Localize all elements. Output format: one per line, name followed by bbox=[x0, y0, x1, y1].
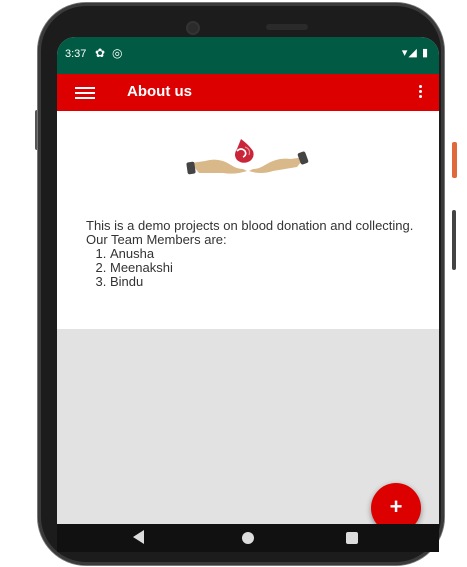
signal-battery-icons: ▾◢ ▮ bbox=[401, 47, 429, 59]
about-intro: This is a demo projects on blood donatio… bbox=[86, 218, 414, 247]
phone-screen: 3:37 ✿ ◎ ▾◢ ▮ About us This is a demo pr… bbox=[57, 37, 439, 524]
home-circle-icon[interactable] bbox=[242, 532, 254, 544]
system-nav-bar bbox=[57, 524, 439, 552]
status-time: 3:37 bbox=[65, 48, 87, 60]
blood-donation-hands-icon bbox=[186, 139, 309, 175]
hamburger-menu-icon[interactable] bbox=[75, 84, 95, 100]
status-bar: 3:37 ✿ ◎ ▾◢ ▮ bbox=[57, 37, 439, 74]
team-member: Bindu bbox=[110, 275, 416, 289]
gear-icon: ✿ bbox=[95, 46, 106, 60]
sync-icon: ◎ bbox=[112, 46, 123, 60]
more-vertical-icon[interactable] bbox=[415, 83, 425, 103]
about-content: This is a demo projects on blood donatio… bbox=[57, 111, 439, 329]
side-button bbox=[452, 210, 456, 270]
about-text: This is a demo projects on blood donatio… bbox=[86, 219, 416, 289]
recent-apps-square-icon[interactable] bbox=[346, 532, 358, 544]
back-triangle-icon[interactable] bbox=[133, 530, 144, 544]
page-title: About us bbox=[127, 83, 192, 100]
app-bar: About us bbox=[57, 74, 439, 111]
team-member: Anusha bbox=[110, 247, 416, 261]
add-fab-button[interactable]: + bbox=[371, 483, 421, 524]
earpiece-speaker bbox=[266, 24, 308, 30]
team-member-list: Anusha Meenakshi Bindu bbox=[86, 247, 416, 289]
team-member: Meenakshi bbox=[110, 261, 416, 275]
power-button bbox=[452, 142, 457, 178]
front-camera bbox=[188, 23, 198, 33]
